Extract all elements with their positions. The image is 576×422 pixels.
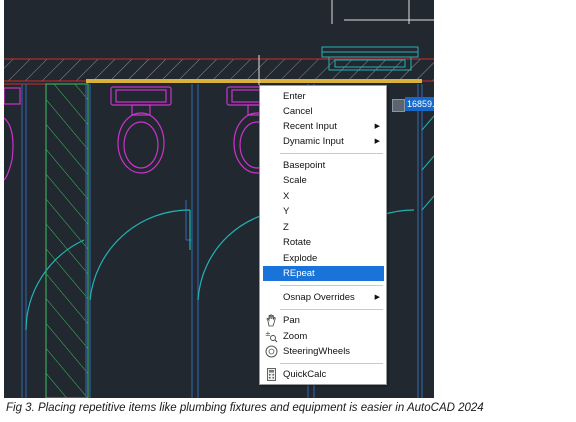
toilet-fixture-left — [4, 87, 21, 181]
menu-item-pan[interactable]: Pan — [260, 313, 386, 328]
menu-item-osnap-overrides[interactable]: Osnap Overrides ▶ — [260, 290, 386, 305]
menu-item-label: Basepoint — [283, 160, 326, 171]
menu-separator — [280, 153, 383, 154]
counter-top — [86, 79, 422, 83]
menu-item-rotate[interactable]: Rotate — [260, 235, 386, 250]
menu-separator — [280, 309, 383, 310]
submenu-arrow-icon: ▶ — [374, 294, 380, 301]
menu-item-label: Scale — [283, 175, 307, 186]
menu-item-y[interactable]: Y — [260, 204, 386, 219]
coordinate-input-field[interactable]: 16859.2 — [405, 97, 434, 111]
menu-item-label: X — [283, 191, 290, 202]
calculator-icon — [265, 368, 278, 381]
menu-item-label: Explode — [283, 253, 318, 264]
menu-item-label: Dynamic Input — [283, 136, 344, 147]
wall-panel-right — [421, 115, 434, 211]
menu-item-label: SteeringWheels — [283, 346, 351, 357]
menu-item-steeringwheels[interactable]: SteeringWheels — [260, 344, 386, 359]
menu-item-cancel[interactable]: Cancel — [260, 104, 386, 119]
menu-item-label: Rotate — [283, 237, 311, 248]
drawing-canvas[interactable]: 16859.2 Enter Cancel Recent Input ▶ Dynam… — [4, 0, 434, 398]
menu-item-recent-input[interactable]: Recent Input ▶ — [260, 119, 386, 134]
menu-item-label: Zoom — [283, 331, 308, 342]
menu-item-label: Y — [283, 206, 290, 217]
menu-separator — [280, 363, 383, 364]
menu-item-label: Enter — [283, 91, 306, 102]
steering-wheel-icon — [265, 345, 278, 358]
menu-item-label: Osnap Overrides — [283, 292, 355, 303]
hand-pan-icon — [265, 314, 278, 327]
menu-item-label: REpeat — [283, 268, 315, 279]
figure-caption: Fig 3. Placing repetitive items like plu… — [6, 402, 484, 414]
menu-item-enter[interactable]: Enter — [260, 89, 386, 104]
menu-item-quickcalc[interactable]: QuickCalc — [260, 367, 386, 382]
dynamic-input-icon — [392, 99, 405, 112]
menu-item-explode[interactable]: Explode — [260, 251, 386, 266]
zoom-magnifier-icon: ± — [265, 330, 278, 343]
submenu-arrow-icon: ▶ — [374, 123, 380, 130]
menu-separator — [280, 285, 383, 286]
context-menu: Enter Cancel Recent Input ▶ Dynamic Input… — [259, 85, 387, 385]
menu-item-label: Cancel — [283, 106, 313, 117]
menu-item-repeat[interactable]: REpeat — [263, 266, 384, 281]
menu-item-label: Recent Input — [283, 121, 337, 132]
menu-item-label: QuickCalc — [283, 369, 327, 380]
menu-item-label: Pan — [283, 315, 300, 326]
menu-item-label: Z — [283, 222, 289, 233]
menu-item-basepoint[interactable]: Basepoint — [260, 158, 386, 173]
menu-item-scale[interactable]: Scale — [260, 173, 386, 188]
toilet-fixture-center — [110, 86, 172, 174]
menu-item-dynamic-input[interactable]: Dynamic Input ▶ — [260, 134, 386, 149]
menu-item-zoom[interactable]: ± Zoom — [260, 329, 386, 344]
menu-item-z[interactable]: Z — [260, 220, 386, 235]
svg-text:±: ± — [265, 330, 271, 338]
submenu-arrow-icon: ▶ — [374, 138, 380, 145]
menu-item-x[interactable]: X — [260, 189, 386, 204]
